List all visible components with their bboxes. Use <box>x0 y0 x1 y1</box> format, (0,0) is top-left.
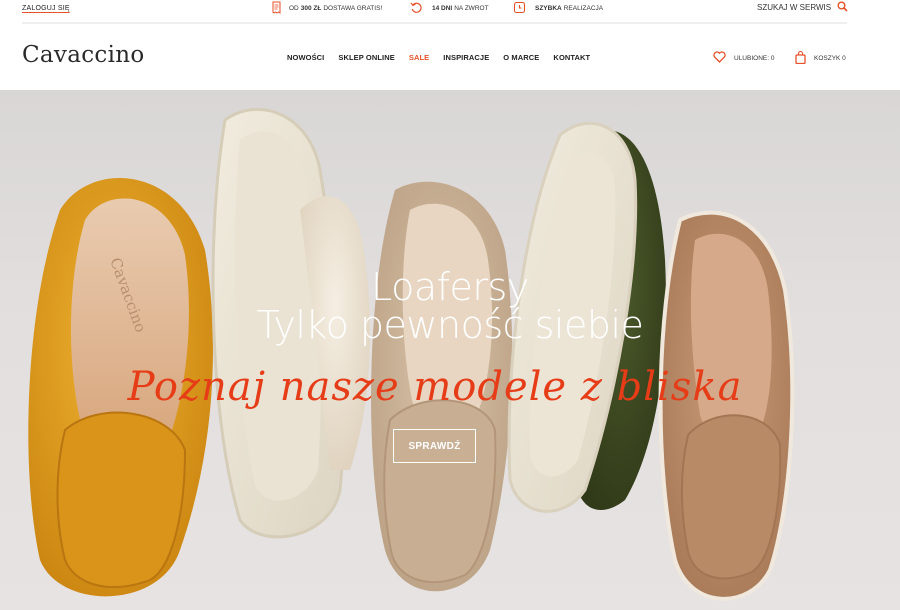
shopping-bag-icon <box>795 50 806 66</box>
clock-icon <box>513 1 526 16</box>
nav-item-nowosci[interactable]: NOWOŚCI <box>287 53 324 62</box>
nav-item-o-marce[interactable]: O MARCE <box>503 53 539 62</box>
cart-link[interactable]: KOSZYK 0 <box>795 50 846 66</box>
brand-logo[interactable]: Cavaccino <box>22 42 145 68</box>
hero-banner: Cavaccino Loafersy Tylko pewność siebie <box>0 90 900 610</box>
perk-text: OD <box>289 4 299 12</box>
heart-icon <box>713 51 726 65</box>
nav-item-sale[interactable]: SALE <box>409 53 429 62</box>
cart-count: KOSZYK 0 <box>814 55 846 62</box>
nav-item-kontakt[interactable]: KONTAKT <box>553 53 590 62</box>
main-nav: NOWOŚCI SKLEP ONLINE SALE INSPIRACJE O M… <box>287 53 590 62</box>
search-icon[interactable] <box>837 1 848 14</box>
perk-bold: 300 ZŁ <box>300 4 322 12</box>
perk-text: DOSTAWA GRATIS! <box>323 4 383 12</box>
main-header: Cavaccino NOWOŚCI SKLEP ONLINE SALE INSP… <box>0 24 900 90</box>
nav-item-sklep-online[interactable]: SKLEP ONLINE <box>338 53 395 62</box>
nav-item-inspiracje[interactable]: INSPIRACJE <box>443 53 489 62</box>
hero-script-tagline: Poznaj nasze modele z bliska <box>127 364 743 410</box>
cta-button[interactable]: SPRAWDŹ <box>393 429 476 463</box>
perk-bold: 14 DNI <box>432 4 453 12</box>
search-label: SZUKAJ W SERWIS <box>757 3 832 12</box>
fast-shipping-info: SZYBKA REALIZACJA <box>513 1 603 15</box>
hero-subheading: Tylko pewność siebie <box>256 303 644 347</box>
top-bar: ZALOGUJ SIĘ OD 300 ZŁ DOSTAWA GRATIS! 14… <box>0 0 900 22</box>
perk-text: REALIZACJA <box>563 4 604 12</box>
receipt-icon <box>271 1 282 16</box>
free-delivery-info: OD 300 ZŁ DOSTAWA GRATIS! <box>271 1 382 15</box>
login-link[interactable]: ZALOGUJ SIĘ <box>22 5 70 12</box>
perk-text: NA ZWROT <box>454 4 489 12</box>
return-arrow-icon <box>410 1 423 16</box>
favorites-count: ULUBIONE: 0 <box>734 54 775 62</box>
favorites-link[interactable]: ULUBIONE: 0 <box>713 51 774 65</box>
perk-bold: SZYBKA <box>535 4 562 12</box>
search-trigger[interactable]: SZUKAJ W SERWIS <box>757 1 848 14</box>
returns-info: 14 DNI NA ZWROT <box>410 1 489 15</box>
loafers-photo: Cavaccino <box>28 107 795 601</box>
